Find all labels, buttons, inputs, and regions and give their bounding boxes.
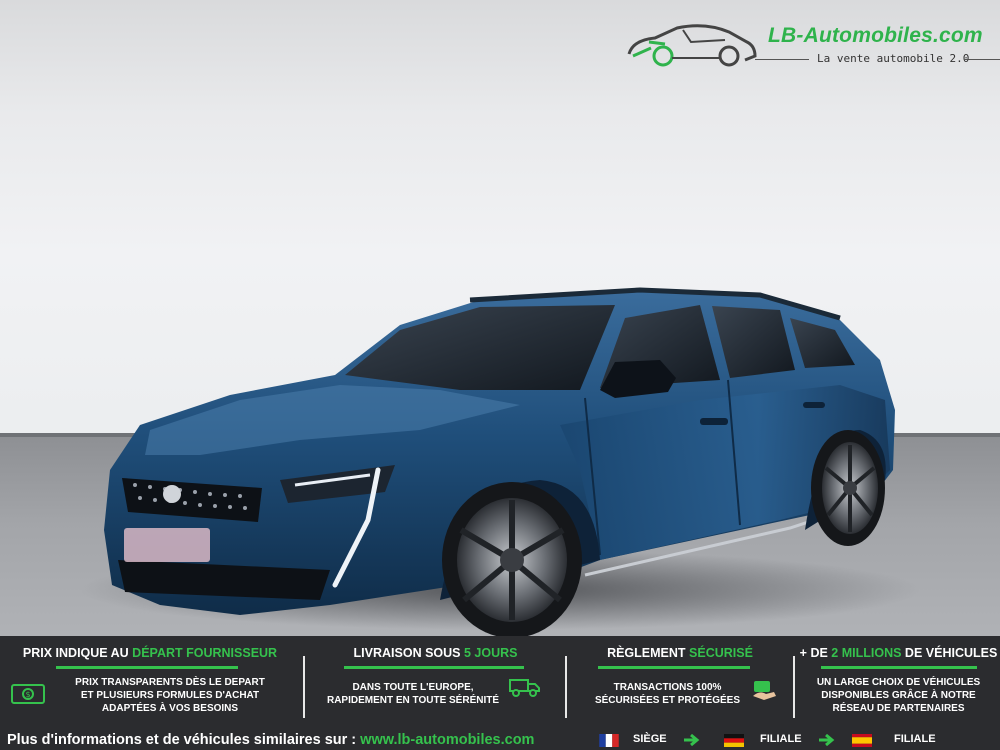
feature-desc: DANS TOUTE L'EUROPE, RAPIDEMENT EN TOUTE… xyxy=(326,682,500,706)
brand-name: LB-Automobiles.com xyxy=(768,24,983,47)
feature-desc: UN LARGE CHOIX DE VÉHICULES DISPONIBLES … xyxy=(816,677,981,714)
office-label: SIÈGE xyxy=(633,733,667,745)
feature-delivery: LIVRAISON SOUS 5 JOURS DANS TOUTE L'EURO… xyxy=(308,636,563,728)
title-underline xyxy=(56,666,238,669)
office-label: FILIALE xyxy=(894,733,936,745)
feature-title: + DE 2 MILLIONS DE VÉHICULES xyxy=(799,646,998,660)
feature-desc: TRANSACTIONS 100% SÉCURISÉES ET PROTÉGÉE… xyxy=(594,682,741,706)
separator xyxy=(565,656,567,718)
separator xyxy=(303,656,305,718)
feature-title: RÈGLEMENT SÉCURISÉ xyxy=(607,646,753,660)
separator xyxy=(793,656,795,718)
feature-title: LIVRAISON SOUS 5 JOURS xyxy=(353,646,518,660)
brand-tagline: La vente automobile 2.0 xyxy=(817,52,970,65)
money-icon: $ xyxy=(11,684,45,704)
car-image xyxy=(80,287,920,636)
france-flag-icon xyxy=(599,734,619,747)
delivery-truck-icon xyxy=(509,679,540,697)
feature-choice: + DE 2 MILLIONS DE VÉHICULES UN LARGE CH… xyxy=(797,636,1000,728)
logo-divider xyxy=(964,59,1000,60)
website-link[interactable]: www.lb-automobiles.com xyxy=(360,732,534,748)
feature-payment: RÈGLEMENT SÉCURISÉ TRANSACTIONS 100% SÉC… xyxy=(570,636,790,728)
car-logo-icon xyxy=(627,24,757,67)
feature-price: PRIX INDIQUE AU DÉPART FOURNISSEUR $ PRI… xyxy=(0,636,300,728)
germany-flag-icon xyxy=(724,734,744,747)
spain-flag-icon xyxy=(852,734,872,747)
car-photo: LB-Automobiles.com La vente automobile 2… xyxy=(0,0,1000,636)
secure-payment-icon xyxy=(753,681,776,700)
more-info-text: Plus d'informations et de véhicules simi… xyxy=(7,732,535,748)
office-label: FILIALE xyxy=(760,733,802,745)
logo-divider xyxy=(755,59,809,60)
brand-logo: LB-Automobiles.com La vente automobile 2… xyxy=(625,18,1000,78)
feature-title: PRIX INDIQUE AU DÉPART FOURNISSEUR xyxy=(22,646,278,660)
title-underline xyxy=(821,666,977,669)
title-underline xyxy=(344,666,524,669)
title-underline xyxy=(598,666,750,669)
arrow-right-icon xyxy=(819,734,835,746)
info-band: PRIX INDIQUE AU DÉPART FOURNISSEUR $ PRI… xyxy=(0,636,1000,750)
arrow-right-icon xyxy=(684,734,700,746)
svg-text:$: $ xyxy=(25,690,30,699)
footer-row: Plus d'informations et de véhicules simi… xyxy=(0,730,1000,750)
feature-desc: PRIX TRANSPARENTS DÈS LE DEPART ET PLUSI… xyxy=(75,677,265,714)
